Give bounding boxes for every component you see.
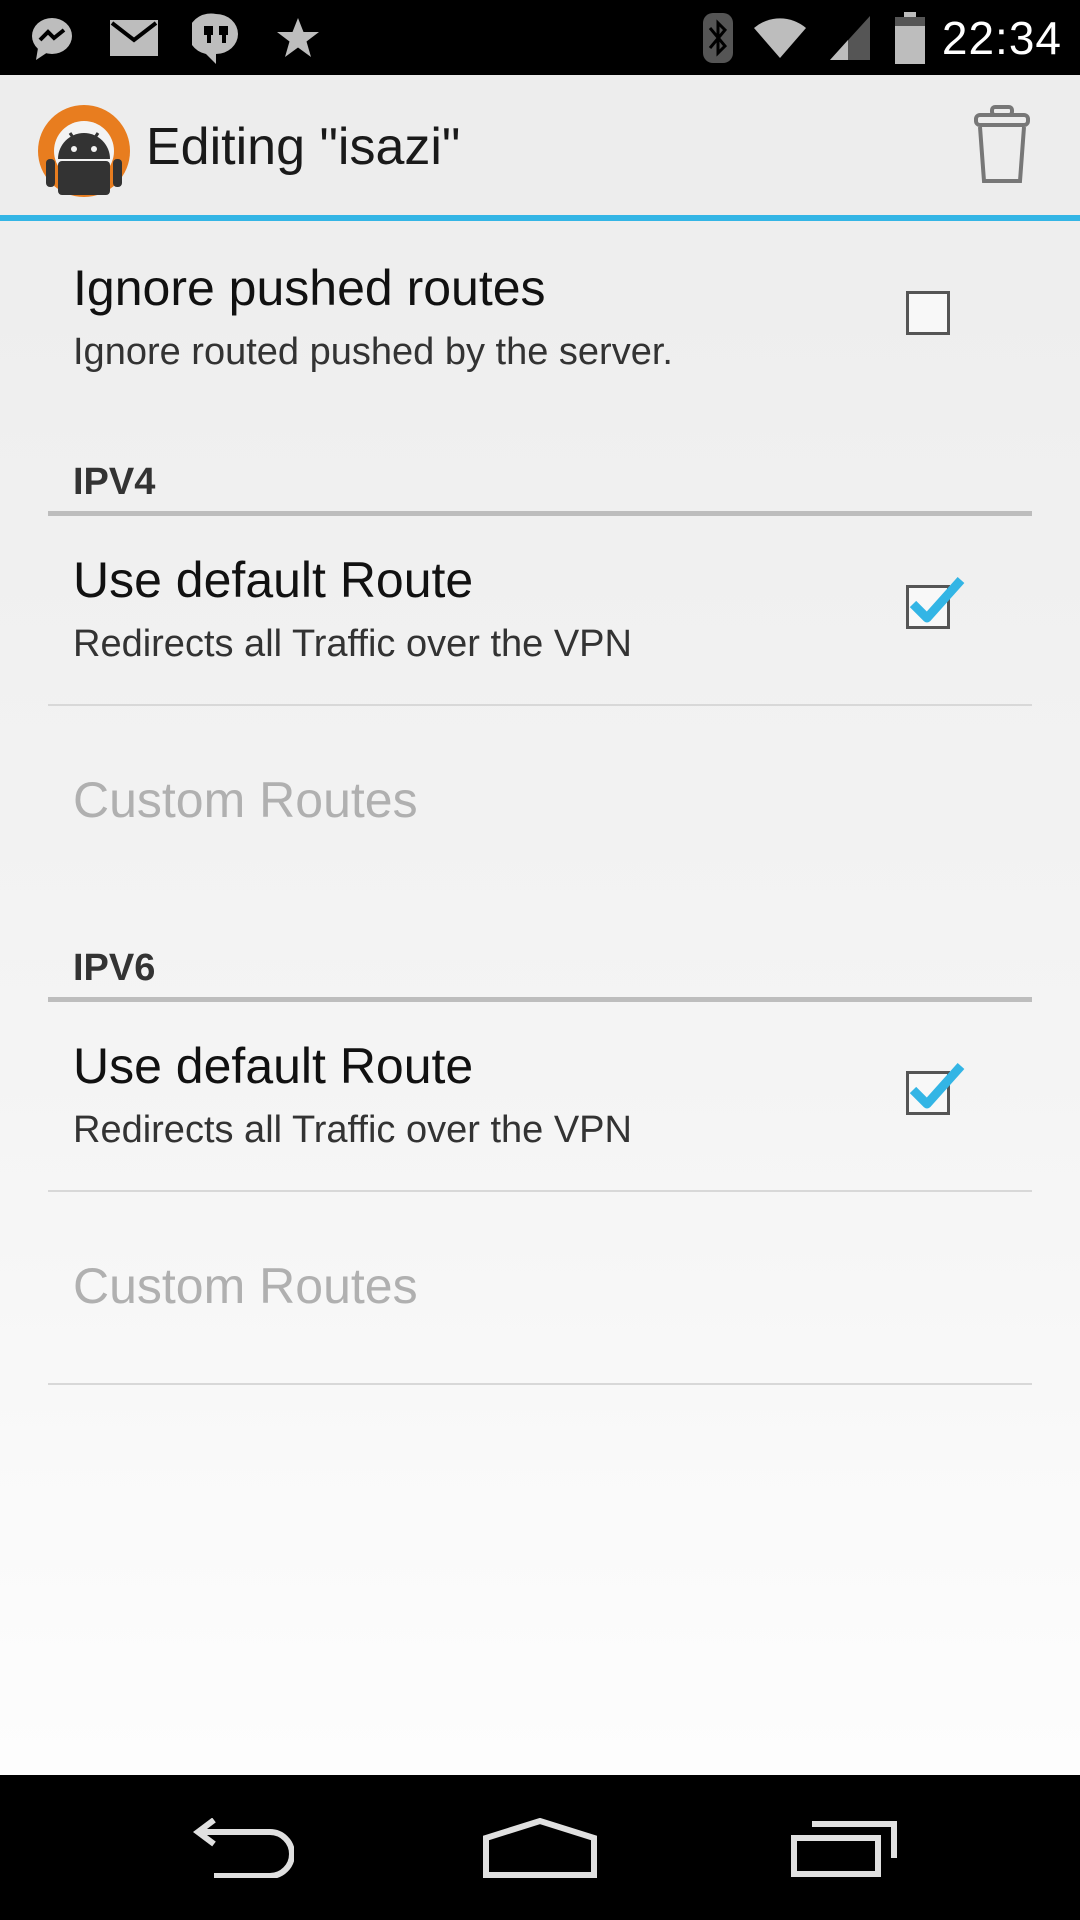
section-header-ipv4: IPV4: [48, 441, 1032, 521]
signal-icon: [822, 10, 878, 66]
pref-title: Ignore pushed routes: [73, 260, 546, 316]
pref-summary: Redirects all Traffic over the VPN: [73, 1109, 632, 1151]
section-divider: [48, 997, 1032, 1002]
hangouts-icon: [188, 10, 244, 66]
section-divider: [48, 511, 1032, 516]
section-label: IPV6: [73, 947, 156, 989]
bluetooth-icon: [698, 10, 738, 66]
ipv4-custom-routes[interactable]: Custom Routes: [73, 771, 418, 829]
messenger-icon: [24, 10, 80, 66]
row-divider: [48, 704, 1032, 706]
pref-summary: Redirects all Traffic over the VPN: [73, 623, 632, 665]
clock: 22:34: [941, 11, 1062, 64]
system-icons: 22:34: [698, 0, 1062, 75]
notification-icons: [24, 0, 326, 75]
trash-icon[interactable]: [972, 105, 1032, 185]
row-divider: [48, 1383, 1032, 1385]
app-logo-icon[interactable]: [36, 103, 132, 199]
action-bar: Editing "isazi": [0, 75, 1080, 221]
section-header-ipv6: IPV6: [48, 927, 1032, 1007]
battery-icon: [892, 10, 928, 66]
pref-title: Use default Route: [73, 1038, 474, 1094]
pref-ipv6-default-route[interactable]: Use default Route Redirects all Traffic …: [48, 1007, 1032, 1187]
ipv4-default-route-checkbox[interactable]: [906, 576, 965, 629]
pref-summary: Ignore routed pushed by the server.: [73, 331, 673, 373]
home-icon[interactable]: [475, 1805, 605, 1890]
page-title: Editing "isazi": [146, 118, 461, 176]
recents-icon[interactable]: [780, 1805, 910, 1890]
navigation-bar: [0, 1775, 1080, 1920]
row-divider: [48, 1190, 1032, 1192]
checkmark-icon: [909, 576, 965, 623]
wifi-icon: [752, 10, 808, 66]
pref-ignore-pushed-routes[interactable]: Ignore pushed routes Ignore routed pushe…: [48, 221, 1032, 373]
pref-title: Use default Route: [73, 552, 474, 608]
ipv6-default-route-checkbox[interactable]: [906, 1062, 965, 1115]
star-icon: [270, 10, 326, 66]
gmail-icon: [106, 10, 162, 66]
ipv6-custom-routes[interactable]: Custom Routes: [73, 1257, 418, 1315]
pref-ipv4-default-route[interactable]: Use default Route Redirects all Traffic …: [48, 521, 1032, 701]
status-bar: 22:34: [0, 0, 1080, 75]
ignore-routes-checkbox[interactable]: [906, 291, 950, 335]
back-icon[interactable]: [174, 1805, 304, 1890]
checkmark-icon: [909, 1062, 965, 1109]
section-label: IPV4: [73, 461, 156, 503]
